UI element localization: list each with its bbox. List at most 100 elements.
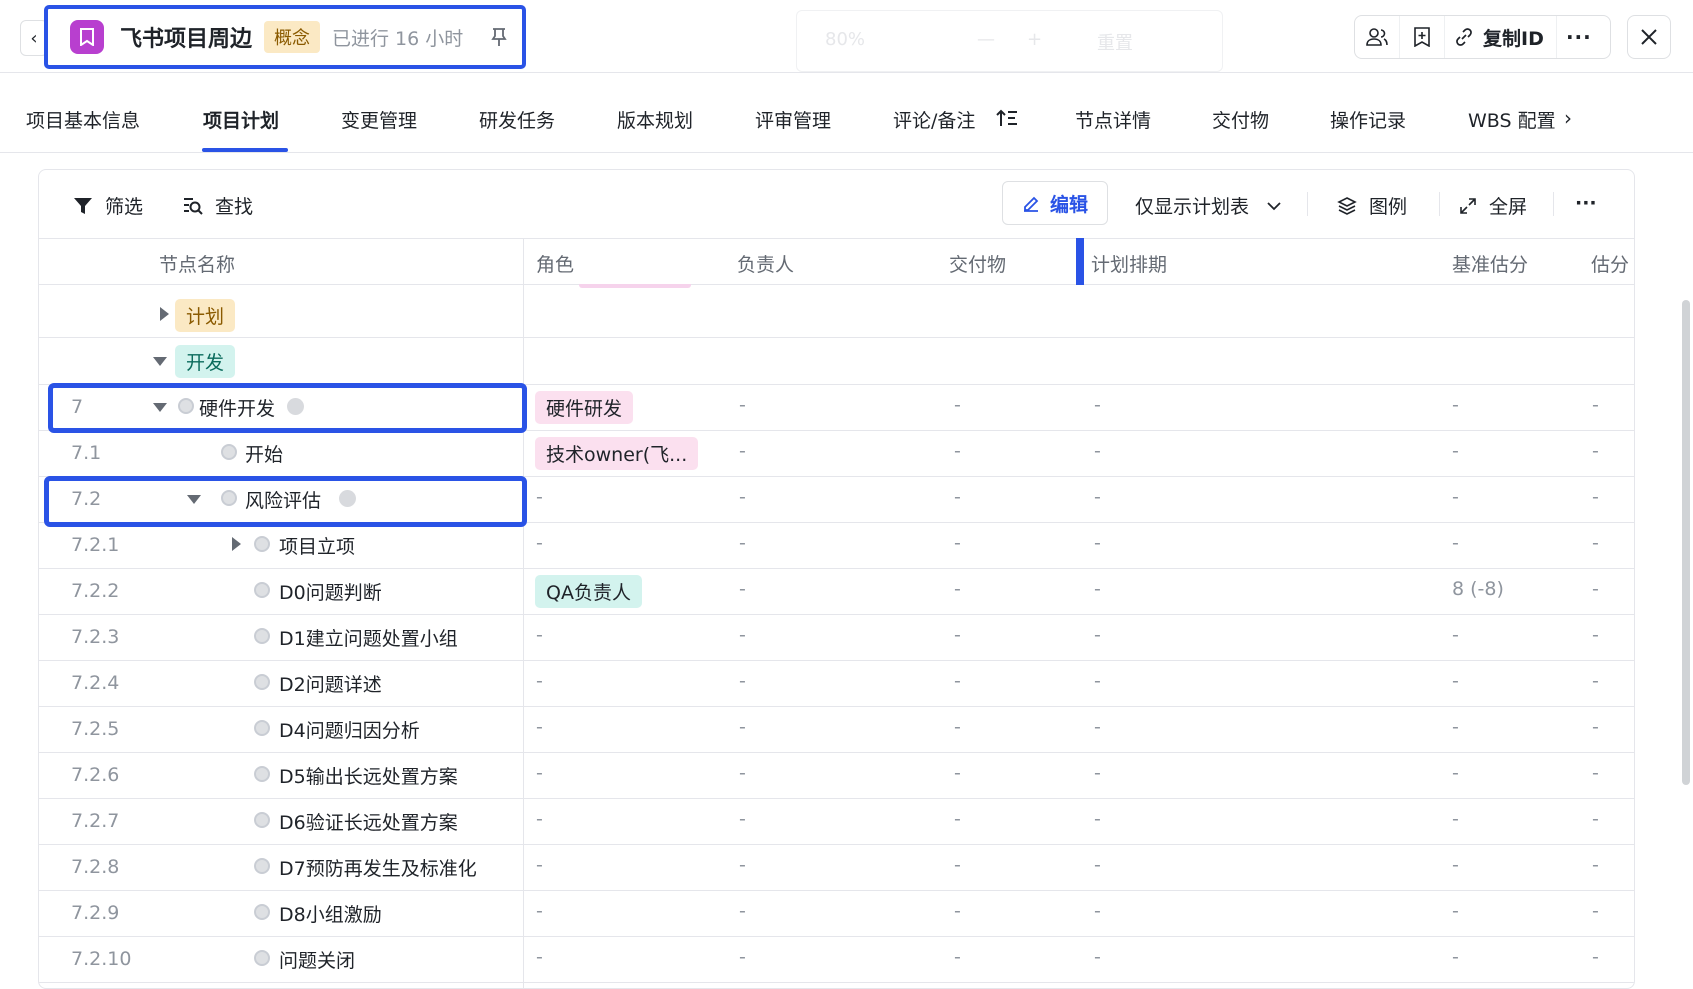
role-cell[interactable]: - <box>536 762 543 784</box>
role-cell[interactable]: - <box>536 624 543 646</box>
owner-cell[interactable]: - <box>739 900 746 922</box>
table-row[interactable]: 7.2.3 D1建立问题处置小组 - - - - - - <box>39 614 1634 661</box>
baseline-score-cell[interactable]: - <box>1452 808 1459 830</box>
fullscreen-button[interactable]: 全屏 <box>1459 192 1527 219</box>
table-row[interactable]: 7.2.2 D0问题判断 QA负责人 - - - 8 (-8) - <box>39 568 1634 615</box>
role-cell[interactable]: - <box>536 900 543 922</box>
table-row[interactable]: 7.2.4 D2问题详述 - - - - - - <box>39 660 1634 707</box>
baseline-score-cell[interactable]: - <box>1452 854 1459 876</box>
baseline-score-cell[interactable]: - <box>1452 624 1459 646</box>
tab-comments[interactable]: 评论/备注 <box>893 106 975 133</box>
baseline-score-cell[interactable]: - <box>1452 486 1459 508</box>
toolbar-more-icon[interactable]: ··· <box>1575 192 1597 214</box>
score-cell[interactable]: - <box>1592 946 1599 968</box>
schedule-cell[interactable]: - <box>1094 808 1101 830</box>
deliverable-cell[interactable]: - <box>954 394 961 416</box>
schedule-cell[interactable]: - <box>1094 578 1101 600</box>
owner-cell[interactable]: - <box>739 624 746 646</box>
role-cell[interactable]: - <box>536 854 543 876</box>
owner-cell[interactable]: - <box>739 670 746 692</box>
score-cell[interactable]: - <box>1592 670 1599 692</box>
role-cell[interactable]: - <box>536 532 543 554</box>
score-cell[interactable]: - <box>1592 578 1599 600</box>
baseline-score-cell[interactable]: - <box>1452 440 1459 462</box>
table-row[interactable]: 7.2.5 D4问题归因分析 - - - - - - <box>39 706 1634 753</box>
schedule-cell[interactable]: - <box>1094 624 1101 646</box>
schedule-cell[interactable]: - <box>1094 946 1101 968</box>
baseline-score-cell[interactable]: - <box>1452 394 1459 416</box>
baseline-score-cell[interactable]: - <box>1452 946 1459 968</box>
node-name[interactable]: D0问题判断 <box>279 578 382 605</box>
owner-cell[interactable]: - <box>739 532 746 554</box>
group-row-dev[interactable]: 开发 <box>39 338 1634 385</box>
schedule-cell[interactable]: - <box>1094 762 1101 784</box>
filter-button[interactable]: 筛选 <box>73 192 143 219</box>
score-cell[interactable]: - <box>1592 762 1599 784</box>
schedule-cell[interactable]: - <box>1094 486 1101 508</box>
baseline-score-cell[interactable]: - <box>1452 716 1459 738</box>
deliverable-cell[interactable]: - <box>954 762 961 784</box>
col-score[interactable]: 估分 <box>1591 250 1629 277</box>
table-row[interactable]: 7.2.1 项目立项 - - - - - - <box>39 522 1634 569</box>
tab-basic-info[interactable]: 项目基本信息 <box>26 106 140 133</box>
tab-operation-log[interactable]: 操作记录 <box>1330 106 1406 133</box>
owner-cell[interactable]: - <box>739 946 746 968</box>
node-name[interactable]: D5输出长远处置方案 <box>279 762 458 789</box>
legend-button[interactable]: 图例 <box>1337 192 1407 219</box>
column-resize-handle[interactable] <box>1076 238 1084 285</box>
owner-cell[interactable]: - <box>739 394 746 416</box>
node-name[interactable]: D6验证长远处置方案 <box>279 808 458 835</box>
sort-icon[interactable] <box>996 108 1018 132</box>
score-cell[interactable]: - <box>1592 808 1599 830</box>
baseline-score-cell[interactable]: - <box>1452 900 1459 922</box>
owner-cell[interactable]: - <box>739 486 746 508</box>
deliverable-cell[interactable]: - <box>954 808 961 830</box>
deliverable-cell[interactable]: - <box>954 440 961 462</box>
add-bookmark-icon[interactable] <box>1400 16 1445 58</box>
role-cell[interactable]: - <box>536 670 543 692</box>
table-row[interactable]: 7.2.9 D8小组激励 - - - - - - <box>39 890 1634 937</box>
score-cell[interactable]: - <box>1592 854 1599 876</box>
deliverable-cell[interactable]: - <box>954 486 961 508</box>
score-cell[interactable]: - <box>1592 440 1599 462</box>
schedule-cell[interactable]: - <box>1094 900 1101 922</box>
node-name[interactable]: D7预防再发生及标准化 <box>279 854 477 881</box>
schedule-cell[interactable]: - <box>1094 394 1101 416</box>
deliverable-cell[interactable]: - <box>954 854 961 876</box>
owner-cell[interactable]: - <box>739 578 746 600</box>
owner-cell[interactable]: - <box>739 854 746 876</box>
deliverable-cell[interactable]: - <box>954 670 961 692</box>
group-row-plan[interactable]: 计划 <box>39 292 1634 338</box>
tab-version-planning[interactable]: 版本规划 <box>617 106 693 133</box>
node-name[interactable]: D1建立问题处置小组 <box>279 624 458 651</box>
baseline-score-cell[interactable]: - <box>1452 762 1459 784</box>
table-row[interactable]: 7.2.6 D5输出长远处置方案 - - - - - - <box>39 752 1634 799</box>
deliverable-cell[interactable]: - <box>954 578 961 600</box>
col-node-name[interactable]: 节点名称 <box>159 250 235 277</box>
find-button[interactable]: 查找 <box>183 192 253 219</box>
schedule-cell[interactable]: - <box>1094 440 1101 462</box>
col-schedule[interactable]: 计划排期 <box>1091 250 1167 277</box>
schedule-cell[interactable]: - <box>1094 670 1101 692</box>
baseline-score-cell[interactable]: - <box>1452 670 1459 692</box>
node-name[interactable]: 问题关闭 <box>279 946 355 973</box>
vertical-scrollbar[interactable] <box>1682 300 1690 785</box>
baseline-score-cell[interactable]: 8 (-8) <box>1452 578 1504 600</box>
members-icon[interactable] <box>1355 16 1400 58</box>
pin-icon[interactable] <box>491 27 507 47</box>
score-cell[interactable]: - <box>1592 624 1599 646</box>
score-cell[interactable]: - <box>1592 394 1599 416</box>
close-button[interactable] <box>1627 15 1671 59</box>
node-name[interactable]: 项目立项 <box>279 532 355 559</box>
tab-change-management[interactable]: 变更管理 <box>341 106 417 133</box>
schedule-cell[interactable]: - <box>1094 716 1101 738</box>
tab-wbs-config[interactable]: WBS 配置 <box>1468 106 1556 133</box>
expand-caret[interactable] <box>232 537 241 551</box>
baseline-score-cell[interactable]: - <box>1452 532 1459 554</box>
role-cell[interactable]: - <box>536 716 543 738</box>
table-row[interactable]: 7.2.7 D6验证长远处置方案 - - - - - - <box>39 798 1634 845</box>
owner-cell[interactable]: - <box>739 716 746 738</box>
chevron-right-icon[interactable]: › <box>1564 106 1572 130</box>
tab-review-management[interactable]: 评审管理 <box>755 106 831 133</box>
view-mode-select[interactable]: 仅显示计划表 <box>1135 192 1281 219</box>
